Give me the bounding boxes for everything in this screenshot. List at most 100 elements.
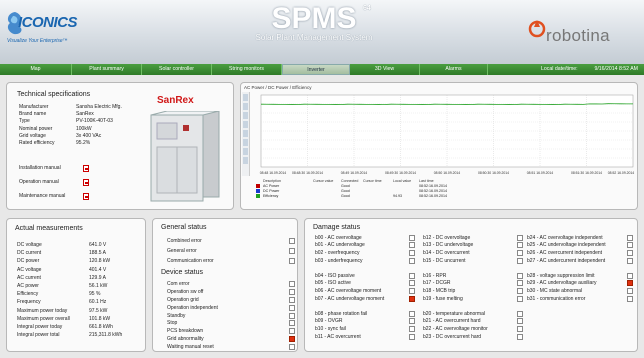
legend-row[interactable]: DC Power Good 08:52:16.09.2014 [253, 189, 635, 193]
iconics-tagline: Visualize Your Enterprise™ [7, 38, 68, 44]
manual-link[interactable]: Maintenance manual [19, 189, 89, 203]
tab-inverter[interactable]: Inverter [282, 64, 350, 75]
robotina-mark-icon [528, 20, 546, 38]
status-indicator [289, 258, 295, 264]
status-indicator [517, 280, 523, 287]
legend-header: Description Cursor value Connected Curso… [253, 179, 635, 183]
legend-cursor-time [363, 189, 393, 193]
manual-link[interactable]: Installation manual [19, 161, 89, 175]
damage-status-row: b08 - phase rotation fail [315, 310, 415, 318]
damage-status-row: b29 - AC undervoltage auxiliary [527, 280, 633, 288]
measurement-value: 60.1 Hz [89, 299, 107, 306]
tab-map[interactable]: Map [0, 64, 72, 75]
main-nav: Map Plant summary Solar controller Strin… [0, 64, 644, 75]
tab-3d-view[interactable]: 3D View [350, 64, 420, 75]
status-indicator [517, 257, 523, 264]
refresh-icon[interactable] [243, 130, 248, 137]
spec-value: SanRex [76, 111, 94, 118]
status-indicator [517, 325, 523, 332]
export-icon[interactable] [243, 148, 248, 155]
damage-col-1: b00 - AC overvoltage b01 - AC undervoltag… [315, 234, 415, 340]
x-tick-label: 08:48 16.09.2014 [260, 171, 287, 175]
measurement-label: Integral power today [17, 324, 63, 331]
status-indicator-active [409, 295, 415, 302]
status-label: b07 - AC undervoltage moment [315, 295, 385, 302]
tech-spec-panel: Technical specifications Manufacturer San… [6, 82, 234, 210]
legend-name: AC Power [263, 184, 280, 188]
cursor-icon[interactable] [243, 121, 248, 128]
damage-panel: Damage status b00 - AC overvoltage b01 - … [304, 218, 638, 352]
tab-string-monitors[interactable]: String monitors [212, 64, 282, 75]
app-title-sup: 64 [363, 5, 371, 12]
status-label: Grid abnormality [167, 336, 204, 343]
status-label: Stop [167, 320, 178, 327]
damage-status-row: b16 - RPR [423, 272, 523, 280]
status-label: b11 - AC overcurrent [315, 333, 361, 340]
legend-row[interactable]: AC Power Good 08:52:16.09.2014 [253, 184, 635, 188]
datetime-label: Local date/time: [541, 66, 578, 72]
status-spacer [423, 264, 523, 272]
general-status-list: Combined error General error Communication… [167, 236, 295, 266]
pdf-icon[interactable] [83, 178, 89, 186]
tab-alarms[interactable]: Alarms [420, 64, 488, 75]
device-status-row: Waiting manual reset [167, 343, 295, 351]
spec-value: 100kW [76, 125, 92, 132]
legend-swatch [256, 184, 260, 188]
tab-solar-controller[interactable]: Solar controller [142, 64, 212, 75]
pan-icon[interactable] [243, 112, 248, 119]
status-label: b05 - ISO active [315, 280, 351, 287]
zoom-out-icon[interactable] [243, 103, 248, 110]
pdf-icon[interactable] [83, 164, 89, 172]
status-label: b20 - temperature abnormal [423, 310, 485, 317]
measurement-value: 120.8 kW [89, 258, 111, 265]
status-indicator [409, 325, 415, 332]
app-subtitle: Solar Plant Management System [255, 33, 373, 42]
status-label: b29 - AC undervoltage auxiliary [527, 280, 597, 287]
print-icon[interactable] [243, 139, 248, 146]
status-label: b21 - AC overcurrent hard [423, 318, 481, 325]
device-status-title: Device status [161, 269, 204, 276]
status-label: Operation grid [167, 296, 199, 303]
manual-label[interactable]: Operation manual [19, 179, 83, 185]
datetime-value: 9/16/2014 8:52 AM [594, 66, 638, 72]
spec-key: Manufacturer [19, 104, 49, 110]
damage-status-row: b15 - DC uncurrent [423, 257, 523, 265]
status-indicator [409, 249, 415, 256]
legend-row[interactable]: Efficiency Good 94.93 08:52:16.09.2014 [253, 194, 635, 198]
zoom-in-icon[interactable] [243, 94, 248, 101]
status-indicator [409, 318, 415, 325]
device-status-row: Com error [167, 280, 295, 288]
legend-connected: Good [341, 194, 350, 198]
status-indicator [409, 333, 415, 340]
legend-name-cell: DC Power [253, 189, 313, 193]
damage-status-row: b11 - AC overcurrent [315, 333, 415, 341]
manual-label[interactable]: Installation manual [19, 165, 83, 171]
measurement-value: 401.4 V [89, 266, 107, 273]
damage-status-row: b13 - DC undervoltage [423, 242, 523, 250]
manual-label[interactable]: Maintenance manual [19, 193, 83, 199]
status-indicator-active [289, 336, 295, 343]
legend-cursor-value [313, 184, 341, 188]
status-indicator [409, 234, 415, 241]
measurement-row: DC power 120.8 kW [17, 257, 143, 265]
measurement-value: 641.0 V [89, 242, 107, 248]
status-label: b01 - AC undervoltage [315, 242, 365, 249]
status-indicator [409, 272, 415, 279]
status-label: b16 - RPR [423, 272, 447, 279]
tab-plant-summary[interactable]: Plant summary [72, 64, 142, 75]
status-label: Communication error [167, 258, 214, 264]
status-spacer [423, 302, 523, 310]
settings-icon[interactable] [243, 157, 248, 164]
status-label: b31 - communication error [527, 295, 586, 302]
damage-status-row: b23 - DC overcurrent hard [423, 333, 523, 341]
damage-status-row: b24 - AC overvoltage independent [527, 234, 633, 242]
status-label: b25 - AC undervoltage independent [527, 242, 606, 249]
pdf-icon[interactable] [83, 192, 89, 200]
status-label: b17 - DCGR [423, 280, 451, 287]
damage-status-row: b17 - DCGR [423, 280, 523, 288]
manual-link[interactable]: Operation manual [19, 175, 89, 189]
chart-area[interactable]: 08:48 16.09.2014 08:48:30 16.09.2014 08:49… [253, 91, 635, 177]
damage-status-row: b19 - fuse melting [423, 295, 523, 303]
sanrex-logo: SanRex [157, 95, 194, 106]
x-tick-label: 08:52 16.09.2014 [608, 171, 635, 175]
